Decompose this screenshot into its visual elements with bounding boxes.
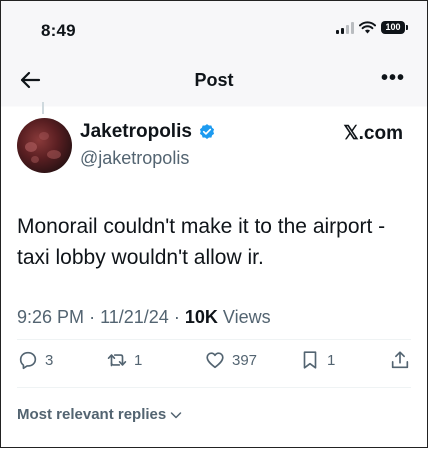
like-count: 397: [232, 351, 258, 369]
meta-separator: ·: [89, 307, 96, 327]
wifi-icon: [359, 21, 376, 34]
repost-button[interactable]: 1: [106, 349, 142, 371]
meta-separator: ·: [173, 307, 180, 327]
post-date: 11/21/24: [100, 307, 169, 327]
screen-frame: 8:49 100 Post ••• Jaketropolis @jaketrop…: [0, 0, 428, 448]
thread-connector-line: [42, 102, 44, 114]
post-time: 9:26 PM: [17, 307, 85, 327]
bookmark-button[interactable]: 1: [299, 349, 335, 371]
repost-count: 1: [134, 351, 143, 369]
status-icons: 100: [336, 21, 408, 34]
share-button[interactable]: [389, 349, 411, 371]
page-title: Post: [194, 70, 234, 90]
views-label[interactable]: Views: [223, 307, 271, 327]
divider: [17, 339, 411, 340]
views-count[interactable]: 10K: [185, 307, 218, 327]
reply-button[interactable]: 3: [17, 349, 53, 371]
repost-icon: [107, 354, 127, 367]
author-name-row[interactable]: Jaketropolis: [80, 121, 216, 143]
post-meta: 9:26 PM · 11/21/24 · 10K Views: [17, 307, 271, 328]
like-button[interactable]: 397: [204, 349, 257, 371]
verified-badge-icon: [199, 124, 214, 139]
divider: [17, 387, 411, 388]
post-text: Monorail couldn't make it to the airport…: [17, 215, 386, 269]
source-label: 𝕏.com: [343, 123, 403, 144]
signal-icon: [336, 21, 354, 34]
status-time: 8:49: [41, 21, 76, 40]
author-handle[interactable]: @jaketropolis: [80, 148, 189, 169]
bookmark-count: 1: [327, 351, 336, 369]
author-display-name[interactable]: Jaketropolis: [80, 121, 192, 143]
chevron-down-icon: [170, 411, 182, 418]
reply-count: 3: [45, 351, 54, 369]
bookmark-icon: [303, 351, 317, 369]
heart-icon: [206, 352, 224, 369]
more-horizontal-icon[interactable]: •••: [381, 68, 405, 88]
avatar[interactable]: [17, 118, 72, 173]
share-icon: [391, 351, 409, 369]
action-bar: 3 1 397 1: [17, 349, 411, 375]
replies-sort-dropdown[interactable]: Most relevant replies: [17, 406, 183, 423]
battery-icon: 100: [381, 21, 408, 34]
reply-icon: [19, 351, 37, 370]
replies-sort-label: Most relevant replies: [17, 406, 167, 423]
